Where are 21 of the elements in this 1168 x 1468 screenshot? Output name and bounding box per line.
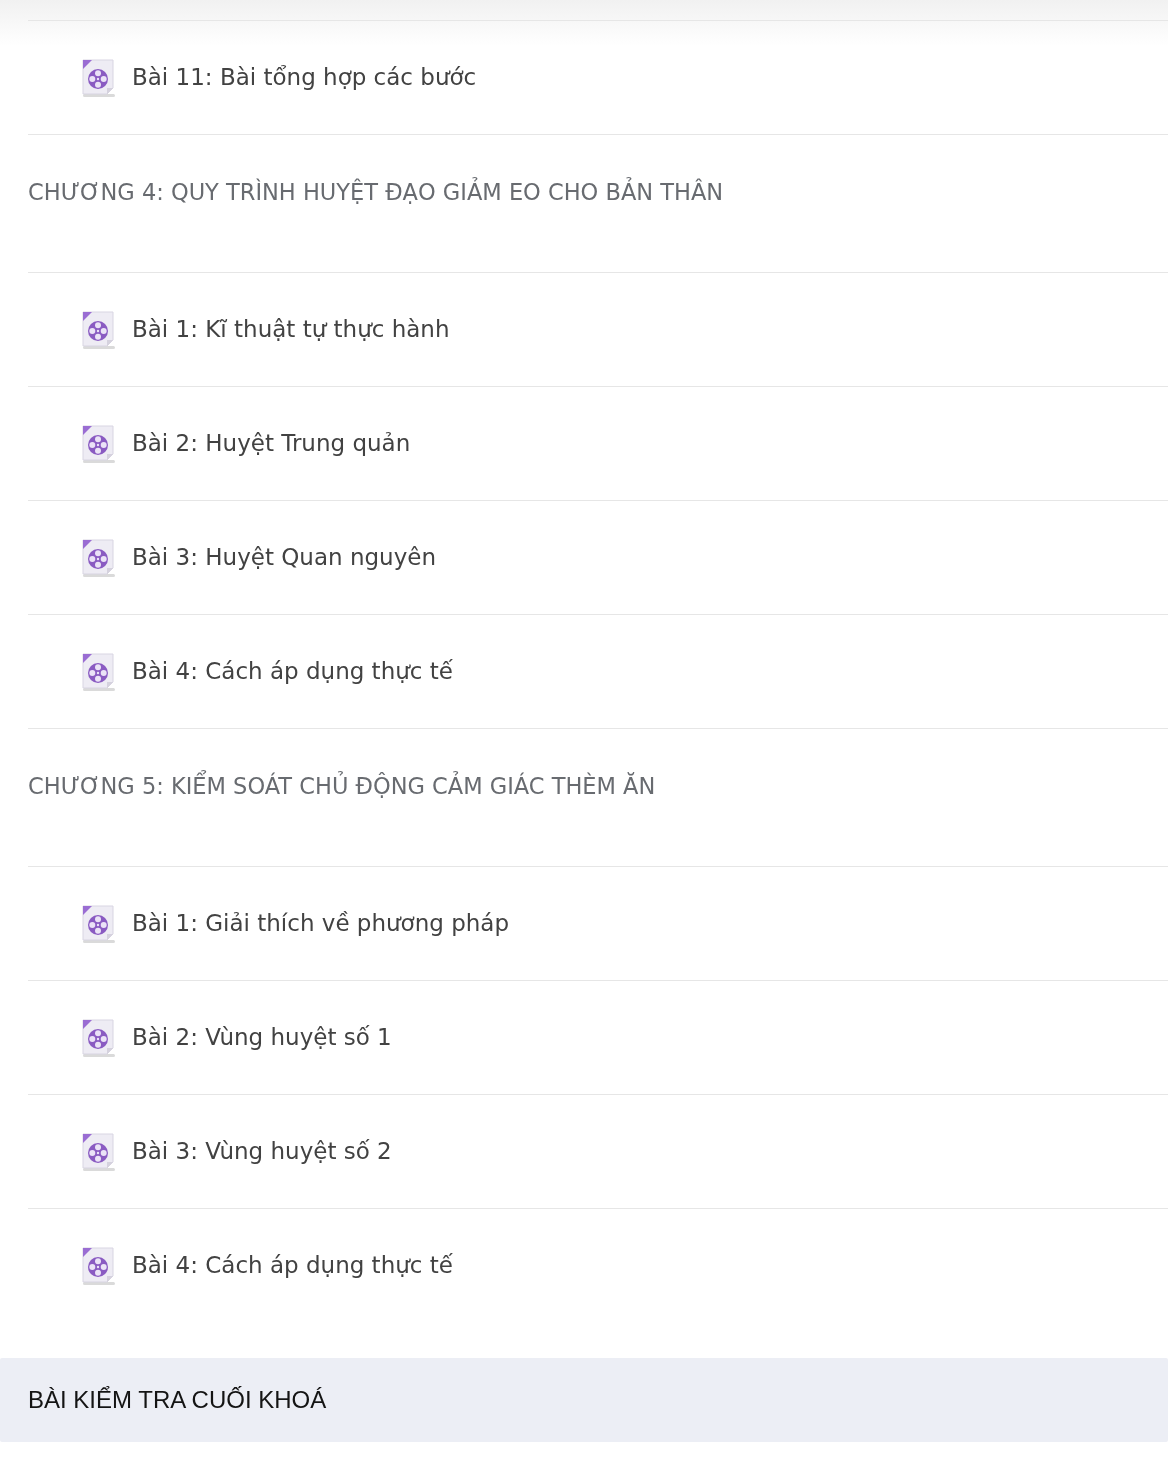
- chapter-heading: CHƯƠNG 4: QUY TRÌNH HUYỆT ĐẠO GIẢM EO CHO BẢN THÂN: [28, 176, 725, 207]
- chapter-heading: CHƯƠNG 5: KIỂM SOÁT CHỦ ĐỘNG CẢM GIÁC THÈM ĂN: [28, 729, 1168, 803]
- lesson-link[interactable]: Bài 11: Bài tổng hợp các bước: [80, 57, 477, 98]
- lesson-link[interactable]: Bài 4: Cách áp dụng thực tế: [80, 651, 453, 692]
- video-file-icon: [80, 1017, 118, 1058]
- video-file-icon: [80, 651, 118, 692]
- video-file-icon: [80, 537, 118, 578]
- final-test-header[interactable]: BÀI KIỂM TRA CUỐI KHOÁ: [0, 1358, 1168, 1442]
- lesson-link[interactable]: Bài 2: Huyệt Trung quản: [80, 423, 411, 464]
- video-file-icon: [80, 57, 118, 98]
- video-file-icon: [80, 309, 118, 350]
- video-file-icon: [80, 903, 118, 944]
- lesson-link[interactable]: Bài 3: Huyệt Quan nguyên: [80, 537, 436, 578]
- video-file-icon: [80, 1131, 118, 1172]
- lesson-link[interactable]: Bài 1: Kĩ thuật tự thực hành: [80, 309, 450, 350]
- lesson-link[interactable]: Bài 1: Giải thích về phương pháp: [80, 903, 510, 944]
- lesson-link[interactable]: Bài 3: Vùng huyệt số 2: [80, 1131, 392, 1172]
- lesson-link[interactable]: Bài 2: Vùng huyệt số 1: [80, 1017, 392, 1058]
- video-file-icon: [80, 423, 118, 464]
- video-file-icon: [80, 1245, 118, 1286]
- lesson-link[interactable]: Bài 4: Cách áp dụng thực tế: [80, 1245, 453, 1286]
